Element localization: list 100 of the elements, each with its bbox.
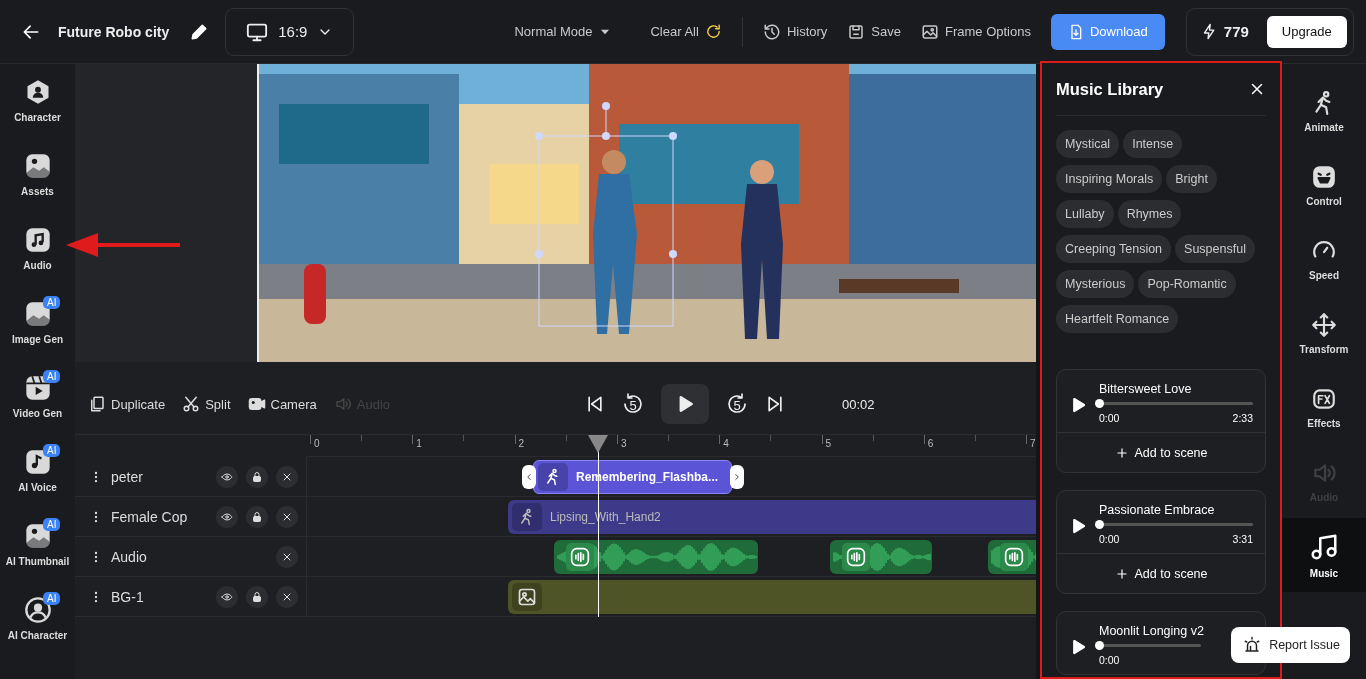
visibility-toggle[interactable] [216, 465, 238, 488]
tool-item[interactable]: Effects [1282, 370, 1366, 444]
play-button[interactable] [661, 384, 709, 424]
smiling-face-icon [1311, 163, 1337, 190]
track-name: BG-1 [111, 588, 145, 605]
remove-button[interactable] [276, 505, 298, 528]
lock-toggle[interactable] [246, 585, 268, 608]
sidebar-item[interactable]: Character [0, 78, 75, 152]
tag-chip[interactable]: Pop-Romantic [1138, 270, 1236, 298]
tag-chip[interactable]: Intense [1123, 130, 1183, 158]
ai-badge: AI [43, 296, 61, 309]
eye-icon [221, 590, 233, 603]
add-to-scene-button[interactable]: Add to scene [1057, 432, 1265, 472]
copy-icon [88, 395, 106, 413]
ai-badge: AI [43, 592, 61, 605]
plus-icon [1114, 445, 1129, 460]
panel-title: Music Library [1056, 79, 1164, 99]
tool-item[interactable]: Animate [1282, 74, 1366, 148]
trim-handle[interactable] [522, 465, 536, 489]
remove-button[interactable] [276, 545, 298, 568]
history-icon [762, 22, 781, 41]
history-button[interactable]: History [762, 22, 828, 41]
replay-arrow-icon [621, 392, 645, 416]
audio-wave-icon [570, 547, 590, 567]
scissors-icon [182, 395, 201, 413]
image-icon [517, 587, 537, 607]
lock-toggle[interactable] [246, 505, 268, 528]
alarm-light-icon [1243, 636, 1262, 654]
lock-toggle[interactable] [246, 465, 268, 488]
upgrade-button[interactable]: Upgrade [1266, 15, 1347, 48]
eye-icon [221, 470, 233, 483]
music-note-icon [23, 226, 52, 254]
audio-clip[interactable] [554, 540, 758, 574]
tool-item[interactable]: Music [1282, 518, 1366, 592]
save-button[interactable]: Save [847, 22, 901, 41]
image-icon [921, 22, 939, 41]
video-camera-icon [247, 395, 266, 413]
skip-end-icon [765, 394, 785, 414]
visibility-toggle[interactable] [216, 505, 238, 528]
selection-frame[interactable] [535, 102, 677, 330]
tool-item[interactable]: Transform [1282, 296, 1366, 370]
save-icon [847, 22, 866, 41]
tool-item[interactable]: Speed [1282, 222, 1366, 296]
aspect-ratio-dropdown[interactable]: 16:9 [225, 7, 355, 56]
mode-dropdown[interactable]: Normal Mode [514, 24, 613, 39]
ai-badge: AI [43, 518, 61, 531]
tag-chip[interactable]: Creeping Tension [1056, 235, 1172, 263]
track-name: peter [111, 468, 144, 485]
track-title: Bittersweet Love [1099, 382, 1193, 396]
forward-button[interactable]: 5 [725, 392, 749, 416]
time-display: 00:02 [842, 396, 875, 412]
lock-icon [251, 510, 263, 523]
audio-wave-icon [1004, 547, 1024, 567]
split-tool-button[interactable]: Split [182, 395, 231, 413]
lock-icon [251, 470, 263, 483]
add-to-scene-button[interactable]: Add to scene [1057, 553, 1265, 593]
ai-badge: AI [43, 444, 61, 457]
elapsed-time: 0:00 [1099, 533, 1120, 545]
move-arrows-icon [1311, 311, 1337, 338]
tag-chip[interactable]: Suspensful [1175, 235, 1255, 263]
clear-button[interactable]: Clear All [650, 23, 722, 40]
duplicate-tool-button[interactable]: Duplicate [88, 395, 166, 413]
tag-chip[interactable]: Mysterious [1056, 270, 1135, 298]
tag-chip[interactable]: Inspiring Morals [1056, 165, 1163, 193]
audio-clip[interactable] [830, 540, 932, 574]
tag-chip[interactable]: Mystical [1056, 130, 1120, 158]
audio-wave-icon [846, 547, 866, 567]
track-name: Audio [111, 548, 148, 565]
tool-item[interactable]: Control [1282, 148, 1366, 222]
skip-start-button[interactable] [585, 394, 605, 414]
eye-icon [221, 510, 233, 523]
skip-end-button[interactable] [765, 394, 785, 414]
remove-button[interactable] [276, 465, 298, 488]
elapsed-time: 0:00 [1099, 654, 1120, 666]
tag-chip[interactable]: Bright [1166, 165, 1217, 193]
image-icon [23, 152, 52, 180]
project-title: Future Robo city [58, 23, 170, 40]
plus-icon [1114, 566, 1129, 581]
sidebar-item[interactable]: Assets [0, 152, 75, 226]
background-clip[interactable] [508, 580, 1036, 614]
rewind-button[interactable]: 5 [621, 392, 645, 416]
speaker-icon [333, 395, 352, 413]
report-issue-button[interactable]: Report Issue [1231, 627, 1350, 663]
tag-chip[interactable]: Rhymes [1117, 200, 1182, 228]
lock-icon [251, 590, 263, 603]
tag-chip[interactable]: Lullaby [1056, 200, 1114, 228]
trim-handle[interactable] [730, 465, 744, 489]
elapsed-time: 0:00 [1099, 412, 1120, 424]
ai-badge: AI [43, 370, 61, 383]
visibility-toggle[interactable] [216, 585, 238, 608]
remove-button[interactable] [276, 585, 298, 608]
frame-button[interactable]: Frame Options [921, 22, 1031, 41]
track-title: Moonlit Longing v2 [1099, 624, 1205, 638]
forward-arrow-icon [725, 392, 749, 416]
camera-tool-button[interactable]: Camera [247, 395, 317, 413]
skip-start-icon [585, 394, 605, 414]
credits-count: 779 [1223, 23, 1249, 40]
track-name: Female Cop [111, 508, 189, 525]
tag-chip[interactable]: Heartfelt Romance [1056, 305, 1179, 333]
duration: 3:31 [1232, 533, 1253, 545]
